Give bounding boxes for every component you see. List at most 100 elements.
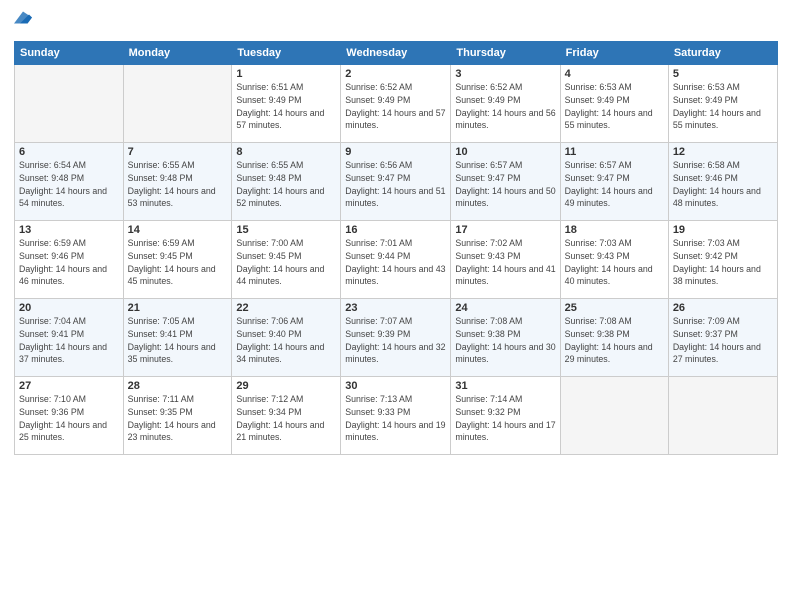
day-info: Sunrise: 7:07 AMSunset: 9:39 PMDaylight:… — [345, 315, 446, 366]
calendar-week-row: 20Sunrise: 7:04 AMSunset: 9:41 PMDayligh… — [15, 299, 778, 377]
calendar-cell: 11Sunrise: 6:57 AMSunset: 9:47 PMDayligh… — [560, 143, 668, 221]
day-number: 2 — [345, 68, 446, 80]
calendar-header-row: SundayMondayTuesdayWednesdayThursdayFrid… — [15, 42, 778, 65]
day-info: Sunrise: 7:04 AMSunset: 9:41 PMDaylight:… — [19, 315, 119, 366]
calendar-cell: 4Sunrise: 6:53 AMSunset: 9:49 PMDaylight… — [560, 65, 668, 143]
calendar-cell: 25Sunrise: 7:08 AMSunset: 9:38 PMDayligh… — [560, 299, 668, 377]
day-info: Sunrise: 7:06 AMSunset: 9:40 PMDaylight:… — [236, 315, 336, 366]
calendar-cell: 16Sunrise: 7:01 AMSunset: 9:44 PMDayligh… — [341, 221, 451, 299]
day-info: Sunrise: 7:02 AMSunset: 9:43 PMDaylight:… — [455, 237, 555, 288]
calendar-cell — [123, 65, 232, 143]
day-number: 24 — [455, 302, 555, 314]
day-info: Sunrise: 7:08 AMSunset: 9:38 PMDaylight:… — [565, 315, 664, 366]
day-info: Sunrise: 7:03 AMSunset: 9:43 PMDaylight:… — [565, 237, 664, 288]
day-number: 3 — [455, 68, 555, 80]
calendar-cell: 13Sunrise: 6:59 AMSunset: 9:46 PMDayligh… — [15, 221, 124, 299]
calendar-cell: 23Sunrise: 7:07 AMSunset: 9:39 PMDayligh… — [341, 299, 451, 377]
day-number: 11 — [565, 146, 664, 158]
calendar-cell: 5Sunrise: 6:53 AMSunset: 9:49 PMDaylight… — [668, 65, 777, 143]
day-number: 26 — [673, 302, 773, 314]
col-header-tuesday: Tuesday — [232, 42, 341, 65]
day-info: Sunrise: 7:08 AMSunset: 9:38 PMDaylight:… — [455, 315, 555, 366]
day-number: 28 — [128, 380, 228, 392]
day-info: Sunrise: 6:54 AMSunset: 9:48 PMDaylight:… — [19, 159, 119, 210]
calendar-cell: 8Sunrise: 6:55 AMSunset: 9:48 PMDaylight… — [232, 143, 341, 221]
col-header-monday: Monday — [123, 42, 232, 65]
day-number: 10 — [455, 146, 555, 158]
day-number: 17 — [455, 224, 555, 236]
day-info: Sunrise: 7:00 AMSunset: 9:45 PMDaylight:… — [236, 237, 336, 288]
calendar-cell: 7Sunrise: 6:55 AMSunset: 9:48 PMDaylight… — [123, 143, 232, 221]
calendar-cell: 12Sunrise: 6:58 AMSunset: 9:46 PMDayligh… — [668, 143, 777, 221]
day-number: 9 — [345, 146, 446, 158]
day-info: Sunrise: 6:52 AMSunset: 9:49 PMDaylight:… — [345, 81, 446, 132]
day-info: Sunrise: 6:55 AMSunset: 9:48 PMDaylight:… — [128, 159, 228, 210]
day-number: 13 — [19, 224, 119, 236]
day-info: Sunrise: 6:53 AMSunset: 9:49 PMDaylight:… — [565, 81, 664, 132]
calendar-cell: 1Sunrise: 6:51 AMSunset: 9:49 PMDaylight… — [232, 65, 341, 143]
calendar-week-row: 1Sunrise: 6:51 AMSunset: 9:49 PMDaylight… — [15, 65, 778, 143]
day-number: 31 — [455, 380, 555, 392]
day-info: Sunrise: 7:12 AMSunset: 9:34 PMDaylight:… — [236, 393, 336, 444]
day-number: 19 — [673, 224, 773, 236]
day-info: Sunrise: 6:51 AMSunset: 9:49 PMDaylight:… — [236, 81, 336, 132]
calendar-cell: 22Sunrise: 7:06 AMSunset: 9:40 PMDayligh… — [232, 299, 341, 377]
day-number: 14 — [128, 224, 228, 236]
day-number: 15 — [236, 224, 336, 236]
day-number: 22 — [236, 302, 336, 314]
day-number: 20 — [19, 302, 119, 314]
day-info: Sunrise: 6:56 AMSunset: 9:47 PMDaylight:… — [345, 159, 446, 210]
calendar-week-row: 13Sunrise: 6:59 AMSunset: 9:46 PMDayligh… — [15, 221, 778, 299]
calendar-cell: 15Sunrise: 7:00 AMSunset: 9:45 PMDayligh… — [232, 221, 341, 299]
calendar-cell: 26Sunrise: 7:09 AMSunset: 9:37 PMDayligh… — [668, 299, 777, 377]
col-header-sunday: Sunday — [15, 42, 124, 65]
calendar-week-row: 6Sunrise: 6:54 AMSunset: 9:48 PMDaylight… — [15, 143, 778, 221]
calendar-cell: 9Sunrise: 6:56 AMSunset: 9:47 PMDaylight… — [341, 143, 451, 221]
day-number: 12 — [673, 146, 773, 158]
day-info: Sunrise: 6:55 AMSunset: 9:48 PMDaylight:… — [236, 159, 336, 210]
col-header-wednesday: Wednesday — [341, 42, 451, 65]
day-number: 5 — [673, 68, 773, 80]
day-number: 8 — [236, 146, 336, 158]
calendar-week-row: 27Sunrise: 7:10 AMSunset: 9:36 PMDayligh… — [15, 377, 778, 455]
calendar-cell: 14Sunrise: 6:59 AMSunset: 9:45 PMDayligh… — [123, 221, 232, 299]
day-info: Sunrise: 7:14 AMSunset: 9:32 PMDaylight:… — [455, 393, 555, 444]
calendar-cell: 17Sunrise: 7:02 AMSunset: 9:43 PMDayligh… — [451, 221, 560, 299]
page-header — [14, 10, 778, 33]
day-info: Sunrise: 7:05 AMSunset: 9:41 PMDaylight:… — [128, 315, 228, 366]
day-number: 23 — [345, 302, 446, 314]
calendar-cell — [560, 377, 668, 455]
calendar-cell: 20Sunrise: 7:04 AMSunset: 9:41 PMDayligh… — [15, 299, 124, 377]
calendar-cell: 18Sunrise: 7:03 AMSunset: 9:43 PMDayligh… — [560, 221, 668, 299]
day-number: 6 — [19, 146, 119, 158]
day-info: Sunrise: 7:10 AMSunset: 9:36 PMDaylight:… — [19, 393, 119, 444]
calendar-cell: 19Sunrise: 7:03 AMSunset: 9:42 PMDayligh… — [668, 221, 777, 299]
day-number: 7 — [128, 146, 228, 158]
day-info: Sunrise: 6:57 AMSunset: 9:47 PMDaylight:… — [565, 159, 664, 210]
calendar-cell: 3Sunrise: 6:52 AMSunset: 9:49 PMDaylight… — [451, 65, 560, 143]
col-header-friday: Friday — [560, 42, 668, 65]
calendar-cell: 21Sunrise: 7:05 AMSunset: 9:41 PMDayligh… — [123, 299, 232, 377]
calendar-cell: 30Sunrise: 7:13 AMSunset: 9:33 PMDayligh… — [341, 377, 451, 455]
calendar-cell: 6Sunrise: 6:54 AMSunset: 9:48 PMDaylight… — [15, 143, 124, 221]
calendar-cell: 31Sunrise: 7:14 AMSunset: 9:32 PMDayligh… — [451, 377, 560, 455]
logo — [14, 10, 34, 33]
calendar-cell: 10Sunrise: 6:57 AMSunset: 9:47 PMDayligh… — [451, 143, 560, 221]
day-info: Sunrise: 6:52 AMSunset: 9:49 PMDaylight:… — [455, 81, 555, 132]
day-number: 16 — [345, 224, 446, 236]
day-info: Sunrise: 7:11 AMSunset: 9:35 PMDaylight:… — [128, 393, 228, 444]
calendar-cell: 2Sunrise: 6:52 AMSunset: 9:49 PMDaylight… — [341, 65, 451, 143]
day-info: Sunrise: 7:13 AMSunset: 9:33 PMDaylight:… — [345, 393, 446, 444]
day-info: Sunrise: 6:53 AMSunset: 9:49 PMDaylight:… — [673, 81, 773, 132]
day-number: 1 — [236, 68, 336, 80]
calendar-cell — [15, 65, 124, 143]
calendar-cell: 24Sunrise: 7:08 AMSunset: 9:38 PMDayligh… — [451, 299, 560, 377]
day-info: Sunrise: 6:57 AMSunset: 9:47 PMDaylight:… — [455, 159, 555, 210]
day-number: 30 — [345, 380, 446, 392]
col-header-thursday: Thursday — [451, 42, 560, 65]
day-number: 27 — [19, 380, 119, 392]
day-info: Sunrise: 7:03 AMSunset: 9:42 PMDaylight:… — [673, 237, 773, 288]
col-header-saturday: Saturday — [668, 42, 777, 65]
calendar-cell: 28Sunrise: 7:11 AMSunset: 9:35 PMDayligh… — [123, 377, 232, 455]
logo-icon — [14, 10, 32, 28]
